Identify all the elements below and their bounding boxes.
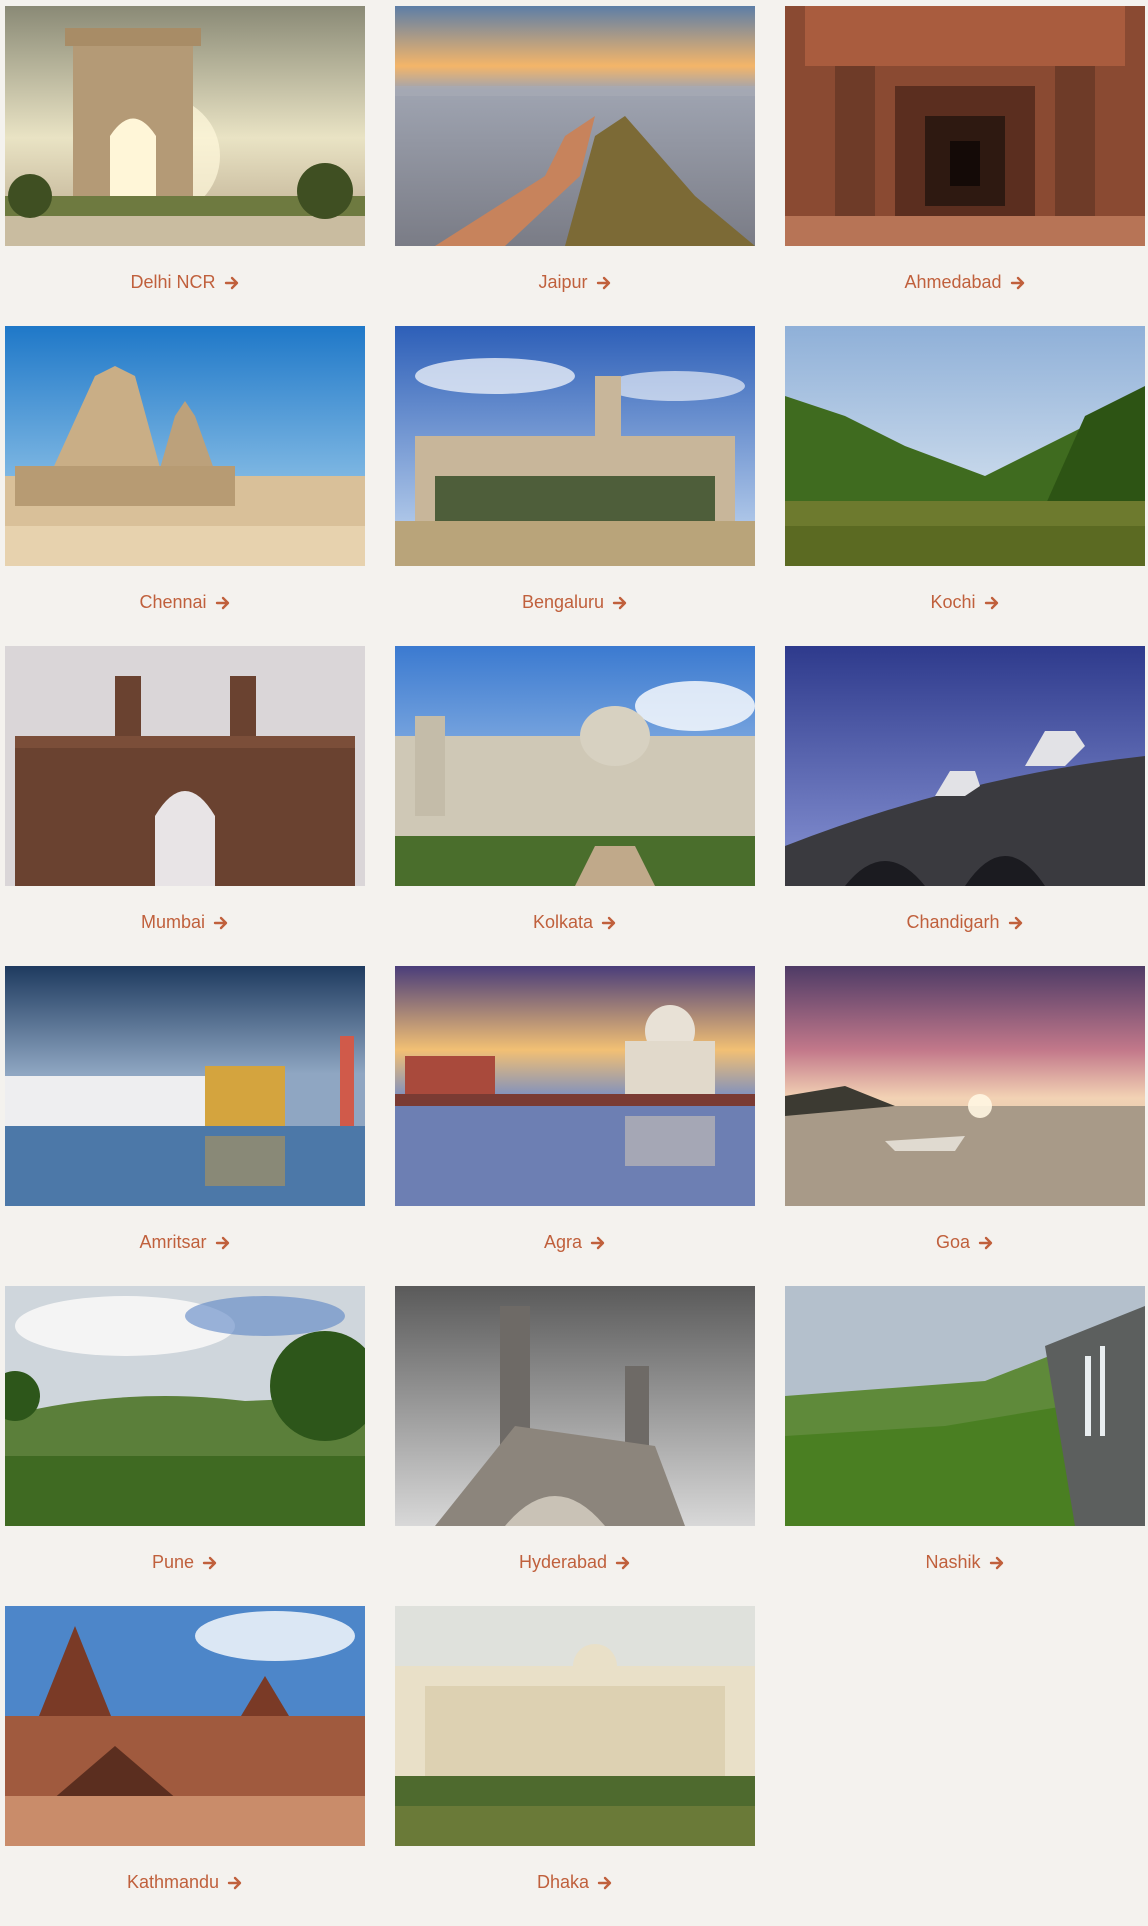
city-label: Pune (151, 1552, 195, 1572)
arrow-right-icon (978, 1235, 994, 1251)
city-image-dhaka[interactable] (395, 1606, 755, 1846)
city-label: Mumbai (140, 912, 206, 932)
city-label: Kathmandu (126, 1872, 220, 1892)
arrow-right-icon (215, 1235, 231, 1251)
city-card-mumbai[interactable]: Mumbai (5, 646, 365, 966)
arrow-right-icon (612, 595, 628, 611)
arrow-right-icon (227, 1875, 243, 1891)
city-link-nashik[interactable]: Nashik (925, 1552, 1004, 1573)
city-link-amritsar[interactable]: Amritsar (140, 1232, 231, 1253)
arrow-right-icon (213, 915, 229, 931)
city-card-chandigarh[interactable]: Chandigarh (785, 646, 1145, 966)
city-label: Goa (935, 1232, 971, 1252)
city-image-nashik[interactable] (785, 1286, 1145, 1526)
city-link-pune[interactable]: Pune (152, 1552, 218, 1573)
city-link-goa[interactable]: Goa (936, 1232, 994, 1253)
city-image-chandigarh[interactable] (785, 646, 1145, 886)
city-label: Dhaka (536, 1872, 590, 1892)
city-image-agra[interactable] (395, 966, 755, 1206)
city-card-goa[interactable]: Goa (785, 966, 1145, 1286)
arrow-right-icon (989, 1555, 1005, 1571)
city-label: Chandigarh (906, 912, 1000, 932)
city-image-ahmedabad[interactable] (785, 6, 1145, 246)
city-card-kolkata[interactable]: Kolkata (395, 646, 755, 966)
arrow-right-icon (597, 1875, 613, 1891)
city-image-bengaluru[interactable] (395, 326, 755, 566)
city-link-jaipur[interactable]: Jaipur (538, 272, 611, 293)
city-card-kochi[interactable]: Kochi (785, 326, 1145, 646)
city-link-kochi[interactable]: Kochi (930, 592, 999, 613)
arrow-right-icon (590, 1235, 606, 1251)
arrow-right-icon (1010, 275, 1026, 291)
arrow-right-icon (1008, 915, 1024, 931)
city-link-bengaluru[interactable]: Bengaluru (522, 592, 628, 613)
city-card-amritsar[interactable]: Amritsar (5, 966, 365, 1286)
city-label: Ahmedabad (904, 272, 1002, 292)
city-link-kolkata[interactable]: Kolkata (533, 912, 617, 933)
city-card-jaipur[interactable]: Jaipur (395, 6, 755, 326)
city-image-kathmandu[interactable] (5, 1606, 365, 1846)
city-label: Kochi (930, 592, 976, 612)
city-grid: Delhi NCR Jaipur Ahmedabad Chennai Benga… (5, 6, 1145, 1926)
arrow-right-icon (224, 275, 240, 291)
city-link-chennai[interactable]: Chennai (139, 592, 230, 613)
city-link-mumbai[interactable]: Mumbai (141, 912, 229, 933)
city-image-goa[interactable] (785, 966, 1145, 1206)
city-label: Agra (543, 1232, 583, 1252)
city-image-jaipur[interactable] (395, 6, 755, 246)
arrow-right-icon (596, 275, 612, 291)
city-link-chandigarh[interactable]: Chandigarh (906, 912, 1023, 933)
city-image-pune[interactable] (5, 1286, 365, 1526)
city-card-ahmedabad[interactable]: Ahmedabad (785, 6, 1145, 326)
city-card-chennai[interactable]: Chennai (5, 326, 365, 646)
city-link-delhi-ncr[interactable]: Delhi NCR (130, 272, 239, 293)
city-card-dhaka[interactable]: Dhaka (395, 1606, 755, 1926)
city-label: Nashik (925, 1552, 981, 1572)
city-label: Chennai (139, 592, 207, 612)
city-image-kolkata[interactable] (395, 646, 755, 886)
city-image-delhi-ncr[interactable] (5, 6, 365, 246)
city-card-nashik[interactable]: Nashik (785, 1286, 1145, 1606)
city-link-dhaka[interactable]: Dhaka (537, 1872, 613, 1893)
arrow-right-icon (215, 595, 231, 611)
city-image-kochi[interactable] (785, 326, 1145, 566)
city-image-hyderabad[interactable] (395, 1286, 755, 1526)
city-label: Bengaluru (521, 592, 605, 612)
city-label: Kolkata (532, 912, 594, 932)
city-label: Jaipur (538, 272, 588, 292)
city-link-kathmandu[interactable]: Kathmandu (127, 1872, 243, 1893)
arrow-right-icon (615, 1555, 631, 1571)
city-card-hyderabad[interactable]: Hyderabad (395, 1286, 755, 1606)
city-card-kathmandu[interactable]: Kathmandu (5, 1606, 365, 1926)
city-card-agra[interactable]: Agra (395, 966, 755, 1286)
city-image-chennai[interactable] (5, 326, 365, 566)
city-label: Amritsar (139, 1232, 207, 1252)
city-card-delhi-ncr[interactable]: Delhi NCR (5, 6, 365, 326)
arrow-right-icon (601, 915, 617, 931)
arrow-right-icon (984, 595, 1000, 611)
city-link-agra[interactable]: Agra (544, 1232, 606, 1253)
city-card-pune[interactable]: Pune (5, 1286, 365, 1606)
city-card-bengaluru[interactable]: Bengaluru (395, 326, 755, 646)
city-image-amritsar[interactable] (5, 966, 365, 1206)
city-image-mumbai[interactable] (5, 646, 365, 886)
city-link-ahmedabad[interactable]: Ahmedabad (904, 272, 1025, 293)
city-label: Delhi NCR (130, 272, 216, 292)
arrow-right-icon (202, 1555, 218, 1571)
city-link-hyderabad[interactable]: Hyderabad (519, 1552, 631, 1573)
city-label: Hyderabad (518, 1552, 608, 1572)
